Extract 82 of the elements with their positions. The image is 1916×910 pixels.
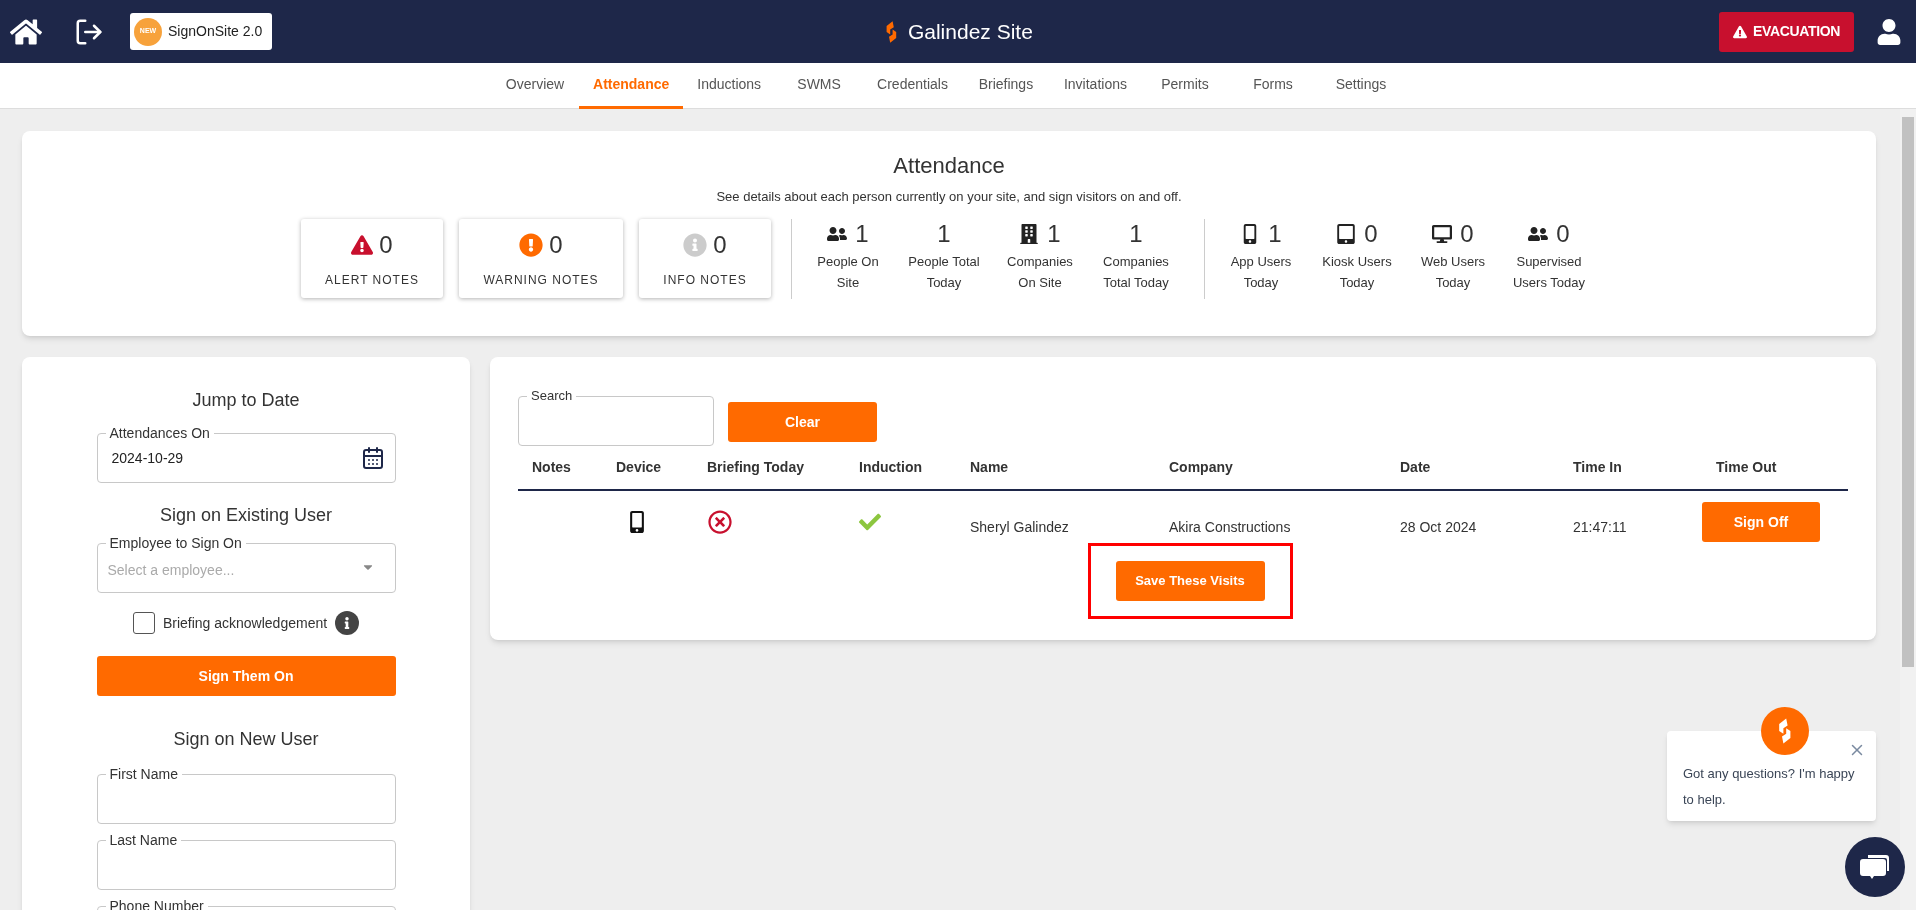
table-cell-text: Sheryl Galindez xyxy=(969,517,1070,537)
stat-label: People Total Today xyxy=(908,252,980,292)
stat-value: 1 xyxy=(855,218,869,249)
date-field[interactable]: Attendances On 2024-10-29 xyxy=(96,424,396,483)
chat-bubble-icon xyxy=(1860,853,1890,881)
nav-tab[interactable]: Credentials xyxy=(863,63,962,109)
section-title: Jump to Date xyxy=(192,389,300,412)
stat-label: Kiosk Users Today xyxy=(1322,252,1392,292)
stat-label: Supervised Users Today xyxy=(1513,252,1585,292)
chat-message: Got any questions? I'm happy to help. xyxy=(1683,765,1856,809)
calendar-icon[interactable] xyxy=(360,446,385,470)
stat-value: 0 xyxy=(1460,218,1474,249)
stat-label: Companies Total Today xyxy=(1103,252,1169,292)
exclamation-icon xyxy=(519,233,544,257)
nav-tab[interactable]: Briefings xyxy=(961,63,1050,109)
column-header: Briefing Today xyxy=(706,458,805,477)
stat-value: 1 xyxy=(937,218,951,249)
employee-select[interactable]: Employee to Sign On Select a employee... xyxy=(96,534,396,593)
table-cell-text: Akira Constructions xyxy=(1168,517,1292,537)
field-label: First Name xyxy=(108,765,179,783)
section-title: Sign on Existing User xyxy=(159,504,333,527)
note-count: 0 xyxy=(549,230,563,260)
stat-value: 0 xyxy=(1364,218,1378,249)
nav-tab[interactable]: Permits xyxy=(1140,63,1229,109)
monitor-icon xyxy=(1432,223,1453,244)
checkbox[interactable] xyxy=(132,612,155,634)
nav-tab[interactable]: SWMS xyxy=(775,63,864,109)
building-icon xyxy=(1019,223,1040,244)
column-header: Time Out xyxy=(1715,458,1778,477)
text-field[interactable]: First Name xyxy=(96,765,396,824)
note-count: 0 xyxy=(713,230,727,260)
notes-card[interactable]: 0 INFO NOTES xyxy=(639,218,771,298)
column-header: Name xyxy=(969,458,1010,477)
note-label: WARNING NOTES xyxy=(483,272,599,289)
warning-triangle-icon xyxy=(351,234,374,256)
table-cell-text: 21:47:11 xyxy=(1572,517,1628,537)
tablet-icon xyxy=(1336,223,1357,244)
table-cell-text: 28 Oct 2024 xyxy=(1399,517,1478,537)
column-header: Date xyxy=(1399,458,1432,477)
stat-value: 1 xyxy=(1268,218,1282,249)
version-label: SignOnSite 2.0 xyxy=(168,22,264,41)
date-value: 2024-10-29 xyxy=(111,448,184,468)
user-icon[interactable] xyxy=(1876,18,1902,45)
stat-label: Web Users Today xyxy=(1420,252,1486,292)
field-label: Search xyxy=(530,388,574,404)
scrollbar-thumb[interactable] xyxy=(1902,117,1914,667)
notes-card[interactable]: 0 WARNING NOTES xyxy=(459,218,623,298)
chat-launcher-button[interactable] xyxy=(1845,837,1905,897)
nav-tab[interactable]: Inductions xyxy=(683,63,776,109)
select-placeholder: Select a employee... xyxy=(107,560,235,580)
page-title: Attendance xyxy=(893,153,1005,179)
column-header: Device xyxy=(615,458,663,477)
column-header: Induction xyxy=(858,458,923,477)
stat-value: 1 xyxy=(1129,218,1143,249)
section-title: Sign on New User xyxy=(173,728,319,751)
stat-label: People On Site xyxy=(817,252,879,292)
nav-tab[interactable]: Overview xyxy=(491,63,580,109)
checkbox-label: Briefing acknowledgement xyxy=(162,613,328,633)
stat-label: App Users Today xyxy=(1230,252,1292,292)
warning-triangle-icon xyxy=(1733,24,1747,39)
stat-value: 1 xyxy=(1047,218,1061,249)
info-icon[interactable] xyxy=(335,611,360,635)
field-label: Attendances On xyxy=(108,424,211,442)
column-header: Notes xyxy=(531,458,572,477)
notes-card[interactable]: 0 ALERT NOTES xyxy=(301,218,443,298)
site-title: Galindez Site xyxy=(907,18,1033,45)
page-subtitle: See details about each person currently on your site, and sign visitors on and off. xyxy=(716,188,1182,206)
nav-tab[interactable]: Forms xyxy=(1228,63,1317,109)
stat-label: Companies On Site xyxy=(1007,252,1073,292)
evacuation-button[interactable]: EVACUATION xyxy=(1719,11,1854,52)
note-label: INFO NOTES xyxy=(663,272,747,289)
search-field[interactable]: Search xyxy=(518,388,714,446)
column-header: Time In xyxy=(1572,458,1623,477)
stat-value: 0 xyxy=(1556,218,1570,249)
nav-tab[interactable]: Invitations xyxy=(1049,63,1141,109)
field-label: Last Name xyxy=(108,831,179,849)
column-header: Company xyxy=(1168,458,1234,477)
field-label: Employee to Sign On xyxy=(108,534,243,552)
nav-tab[interactable]: Settings xyxy=(1316,63,1405,109)
note-count: 0 xyxy=(379,230,393,260)
note-label: ALERT NOTES xyxy=(325,272,419,289)
info-icon xyxy=(683,233,708,257)
